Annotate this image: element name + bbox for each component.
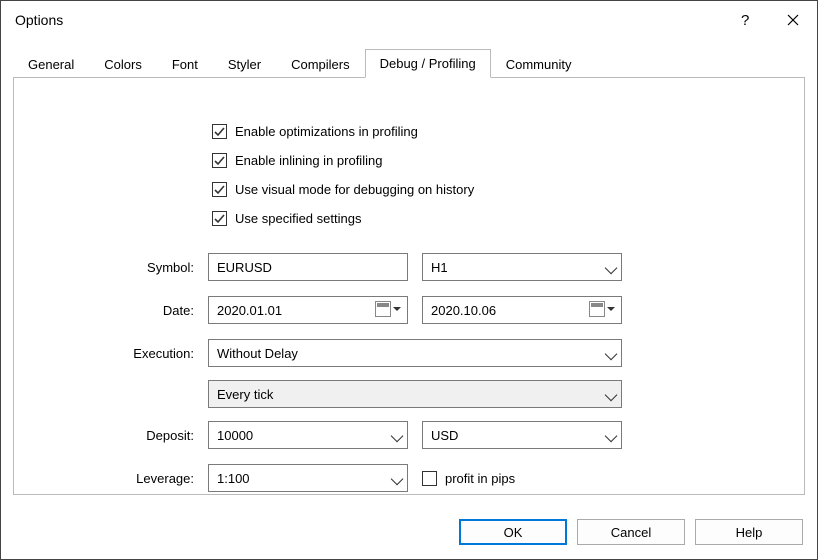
help-icon[interactable]: ?	[721, 1, 769, 39]
row-date: Date: 2020.01.01 2020.10.06	[54, 290, 764, 330]
tick-mode-select[interactable]: Every tick	[208, 380, 622, 408]
label-symbol: Symbol:	[54, 260, 194, 275]
date-to-value: 2020.10.06	[431, 303, 496, 318]
symbol-input[interactable]: EURUSD	[208, 253, 408, 281]
tab-font[interactable]: Font	[157, 50, 213, 78]
tab-debug-profiling[interactable]: Debug / Profiling	[365, 49, 491, 78]
checkbox-visual[interactable]	[212, 182, 227, 197]
label-inlining: Enable inlining in profiling	[235, 153, 382, 168]
label-deposit: Deposit:	[54, 428, 194, 443]
checkbox-pips[interactable]	[422, 471, 437, 486]
currency-select[interactable]: USD	[422, 421, 622, 449]
label-optimizations: Enable optimizations in profiling	[235, 124, 418, 139]
cancel-button[interactable]: Cancel	[577, 519, 685, 545]
window-title: Options	[15, 12, 721, 28]
row-deposit: Deposit: 10000 USD	[54, 415, 764, 455]
symbol-value: EURUSD	[217, 260, 272, 275]
calendar-icon[interactable]	[375, 301, 401, 317]
button-bar: OK Cancel Help	[459, 519, 803, 545]
tab-compilers[interactable]: Compilers	[276, 50, 365, 78]
tab-styler[interactable]: Styler	[213, 50, 276, 78]
row-tick: Every tick	[54, 376, 764, 412]
row-symbol: Symbol: EURUSD H1	[54, 247, 764, 287]
execution-value: Without Delay	[217, 346, 298, 361]
check-row-settings: Use specified settings	[54, 205, 764, 231]
period-select[interactable]: H1	[422, 253, 622, 281]
currency-value: USD	[431, 428, 458, 443]
deposit-select[interactable]: 10000	[208, 421, 408, 449]
label-visual: Use visual mode for debugging on history	[235, 182, 474, 197]
svg-text:?: ?	[741, 12, 749, 28]
date-from-input[interactable]: 2020.01.01	[208, 296, 408, 324]
titlebar: Options ?	[1, 1, 817, 39]
label-settings: Use specified settings	[235, 211, 361, 226]
checkbox-settings[interactable]	[212, 211, 227, 226]
tab-general[interactable]: General	[13, 50, 89, 78]
label-execution: Execution:	[54, 346, 194, 361]
period-value: H1	[431, 260, 448, 275]
calendar-icon[interactable]	[589, 301, 615, 317]
tick-mode-value: Every tick	[217, 387, 273, 402]
checkbox-optimizations[interactable]	[212, 124, 227, 139]
content: General Colors Font Styler Compilers Deb…	[1, 39, 817, 495]
row-leverage: Leverage: 1:100 profit in pips	[54, 458, 764, 498]
leverage-value: 1:100	[217, 471, 250, 486]
close-icon[interactable]	[769, 1, 817, 39]
checkbox-inlining[interactable]	[212, 153, 227, 168]
date-to-input[interactable]: 2020.10.06	[422, 296, 622, 324]
date-from-value: 2020.01.01	[217, 303, 282, 318]
label-leverage: Leverage:	[54, 471, 194, 486]
help-button[interactable]: Help	[695, 519, 803, 545]
pips-group: profit in pips	[422, 471, 622, 486]
tab-colors[interactable]: Colors	[89, 50, 157, 78]
label-pips: profit in pips	[445, 471, 515, 486]
tabstrip: General Colors Font Styler Compilers Deb…	[13, 49, 805, 77]
row-execution: Execution: Without Delay	[54, 333, 764, 373]
leverage-select[interactable]: 1:100	[208, 464, 408, 492]
check-row-inlining: Enable inlining in profiling	[54, 147, 764, 173]
check-row-optimizations: Enable optimizations in profiling	[54, 118, 764, 144]
tab-panel-debug: Enable optimizations in profiling Enable…	[13, 77, 805, 495]
label-date: Date:	[54, 303, 194, 318]
ok-button[interactable]: OK	[459, 519, 567, 545]
tab-community[interactable]: Community	[491, 50, 587, 78]
check-row-visual: Use visual mode for debugging on history	[54, 176, 764, 202]
debug-form: Enable optimizations in profiling Enable…	[54, 118, 764, 498]
execution-select[interactable]: Without Delay	[208, 339, 622, 367]
deposit-value: 10000	[217, 428, 253, 443]
